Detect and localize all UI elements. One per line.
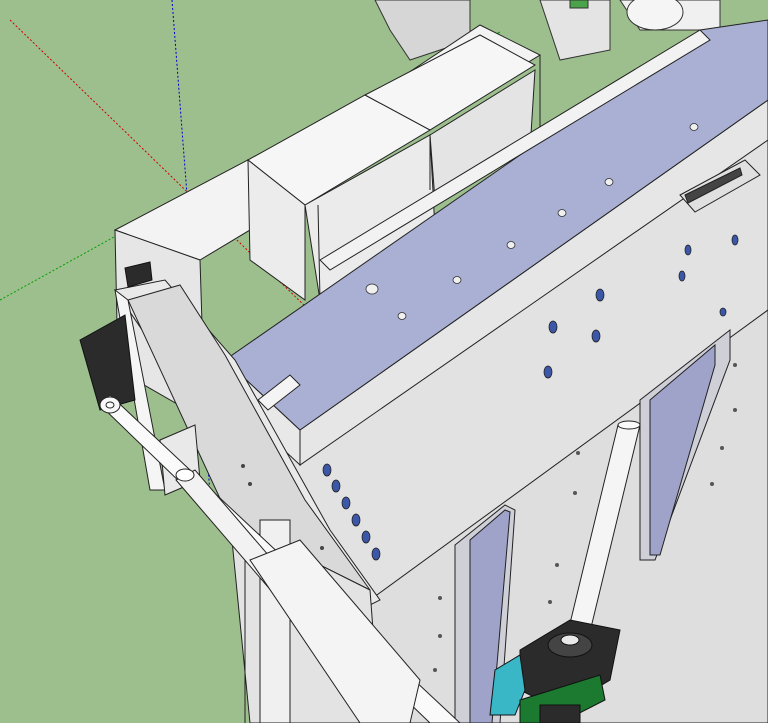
rear-green-part: [569, 0, 589, 9]
model-canvas[interactable]: [0, 0, 768, 723]
sketchup-3d-viewport[interactable]: [0, 0, 768, 723]
